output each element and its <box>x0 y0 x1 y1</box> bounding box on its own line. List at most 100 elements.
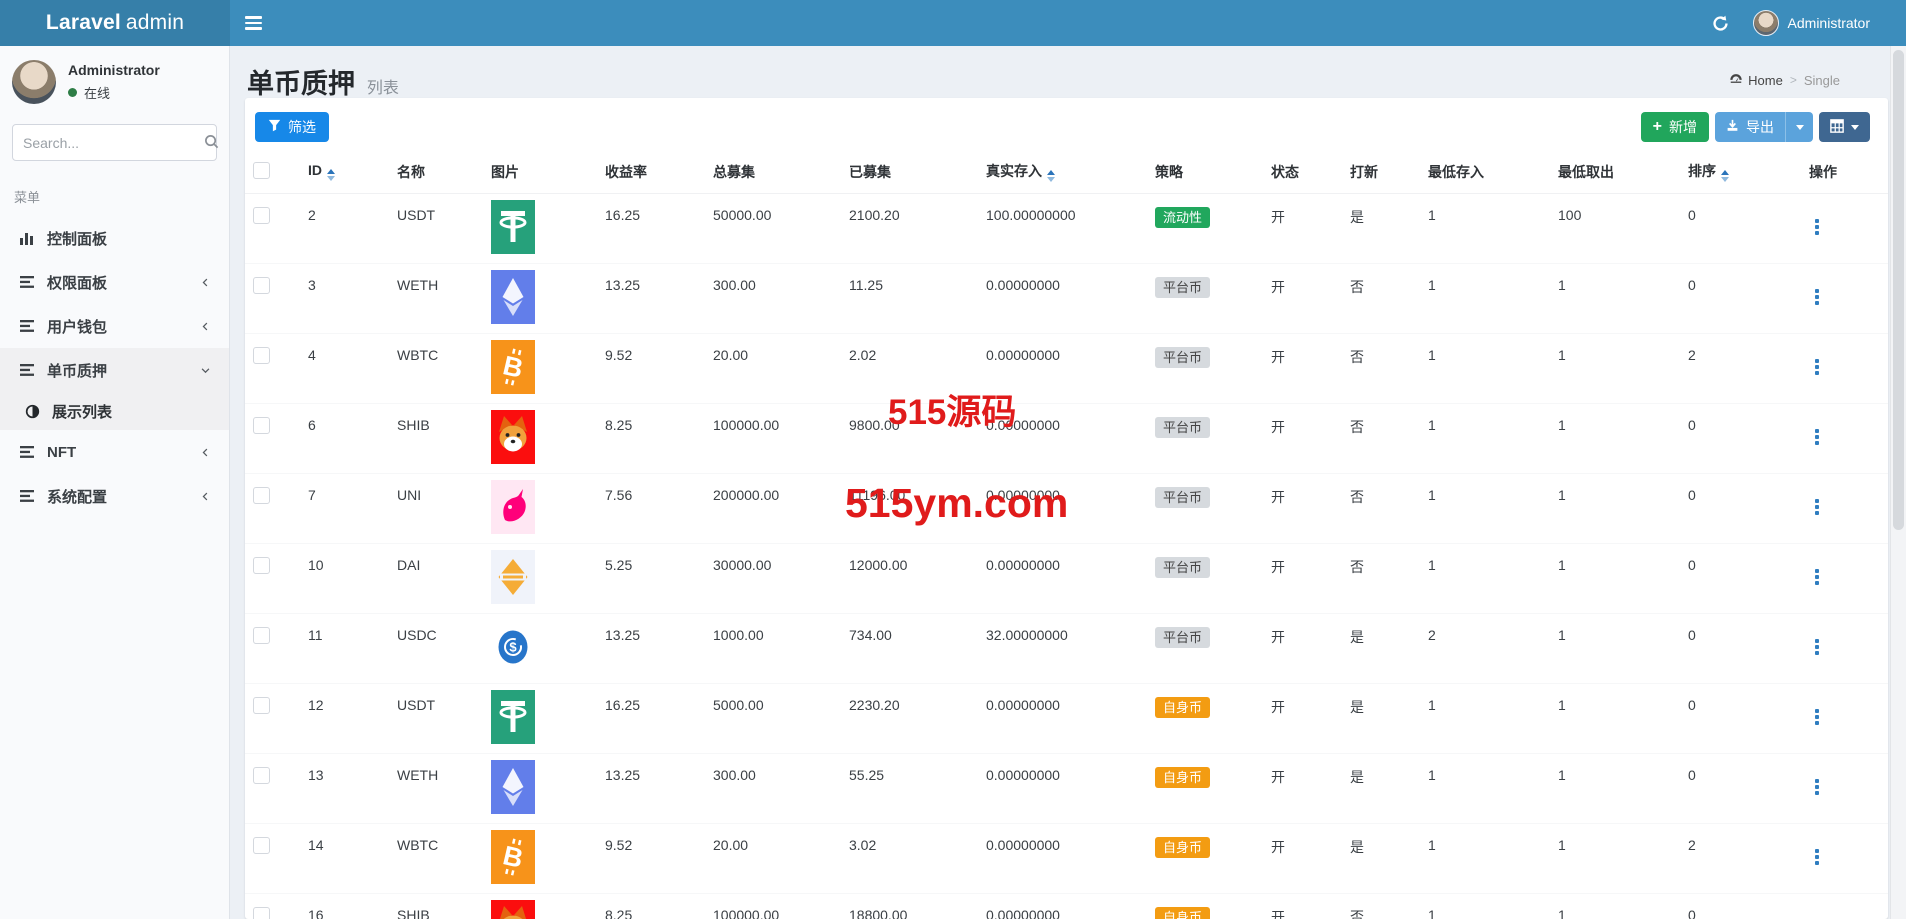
cell-total: 5000.00 <box>705 684 841 754</box>
table-body: 2USDT16.2550000.002100.20100.00000000流动性… <box>245 194 1888 919</box>
row-checkbox[interactable] <box>253 487 270 504</box>
row-actions-menu[interactable] <box>1809 287 1825 307</box>
row-checkbox[interactable] <box>253 557 270 574</box>
sort-arrows-icon[interactable] <box>1047 170 1055 182</box>
cell-value: 0 <box>1688 207 1696 223</box>
columns-grid-button[interactable] <box>1819 112 1870 142</box>
cell-value: 否 <box>1350 559 1364 575</box>
cell-value: USDT <box>397 697 435 713</box>
filter-button[interactable]: 筛选 <box>255 112 329 142</box>
row-checkbox[interactable] <box>253 347 270 364</box>
cell-strategy: 自身币 <box>1147 824 1263 894</box>
row-actions-menu[interactable] <box>1809 357 1825 377</box>
table-row: 10DAI5.2530000.0012000.000.00000000平台币开否… <box>245 544 1888 614</box>
search-icon[interactable] <box>204 134 219 152</box>
table-row: 14WBTCB9.5220.003.020.00000000自身币开是112 <box>245 824 1888 894</box>
sidebar-item-0[interactable]: 控制面板 <box>0 216 229 260</box>
sidebar-item-2[interactable]: 用户钱包 <box>0 304 229 348</box>
row-actions-menu[interactable] <box>1809 567 1825 587</box>
sidebar-item-label: 控制面板 <box>47 228 107 249</box>
select-all-checkbox[interactable] <box>253 162 270 179</box>
cell-raised: 12000.00 <box>841 544 978 614</box>
cell-raised: 11.25 <box>841 264 978 334</box>
row-actions-menu[interactable] <box>1809 217 1825 237</box>
row-checkbox[interactable] <box>253 767 270 784</box>
row-actions-menu[interactable] <box>1809 497 1825 517</box>
sidebar-item-5[interactable]: 系统配置 <box>0 474 229 518</box>
cell-total: 20.00 <box>705 824 841 894</box>
usdc-coin-icon: $ <box>491 661 535 677</box>
cell-rate: 8.25 <box>597 404 705 474</box>
row-checkbox[interactable] <box>253 277 270 294</box>
row-actions-menu[interactable] <box>1809 637 1825 657</box>
column-header-id[interactable]: ID <box>300 152 389 194</box>
row-checkbox[interactable] <box>253 837 270 854</box>
navbar-user-name: Administrator <box>1788 15 1870 31</box>
main-content: 单币质押 列表 Home > Single 筛选 + <box>230 46 1890 919</box>
cell-sort: 0 <box>1680 404 1801 474</box>
cell-value: 10 <box>308 557 324 573</box>
chevron-left-icon <box>200 277 211 288</box>
cell-name: UNI <box>389 474 483 544</box>
cell-value: 12000.00 <box>849 557 907 573</box>
cell-total: 50000.00 <box>705 194 841 264</box>
row-actions-menu[interactable] <box>1809 707 1825 727</box>
navbar-user-menu[interactable]: Administrator <box>1753 10 1870 36</box>
cell-value: 13.25 <box>605 627 640 643</box>
cell-deposit: 100.00000000 <box>978 194 1147 264</box>
cell-raised: 11196.00 <box>841 474 978 544</box>
cell-value: 13.25 <box>605 277 640 293</box>
add-button[interactable]: + 新增 <box>1641 112 1709 142</box>
row-checkbox[interactable] <box>253 207 270 224</box>
scrollbar-thumb[interactable] <box>1893 50 1904 530</box>
sidebar-toggle-button[interactable] <box>230 0 276 46</box>
cell-raised: 9800.00 <box>841 404 978 474</box>
refresh-icon[interactable] <box>1711 13 1731 33</box>
cell-strategy: 平台币 <box>1147 404 1263 474</box>
cell-value: 2230.20 <box>849 697 900 713</box>
cell-deposit: 32.00000000 <box>978 614 1147 684</box>
column-header-checkbox[interactable] <box>245 152 300 194</box>
cell-image: B <box>483 824 597 894</box>
cell-min_withdraw: 1 <box>1550 264 1680 334</box>
sidebar-subitem-3-0[interactable]: 展示列表 <box>0 392 229 430</box>
cell-value: 是 <box>1350 769 1364 785</box>
row-actions-menu[interactable] <box>1809 427 1825 447</box>
sort-arrows-icon[interactable] <box>327 169 335 181</box>
table-row: 4WBTCB9.5220.002.020.00000000平台币开否112 <box>245 334 1888 404</box>
sidebar-item-4[interactable]: NFT <box>0 430 229 474</box>
row-checkbox[interactable] <box>253 697 270 714</box>
cell-value: UNI <box>397 487 421 503</box>
cell-value: 1 <box>1428 207 1436 223</box>
table-row: 3WETH13.25300.0011.250.00000000平台币开否110 <box>245 264 1888 334</box>
breadcrumb-home-link[interactable]: Home <box>1729 72 1783 88</box>
page-subtitle: 列表 <box>367 80 399 97</box>
cell-value: 16.25 <box>605 207 640 223</box>
row-actions-menu[interactable] <box>1809 777 1825 797</box>
column-label: 最低取出 <box>1558 164 1614 180</box>
window-scrollbar <box>1890 46 1906 919</box>
brand-logo[interactable]: Laravel admin <box>0 0 230 46</box>
cell-checkbox <box>245 824 300 894</box>
row-checkbox[interactable] <box>253 627 270 644</box>
filter-funnel-icon <box>268 119 281 135</box>
sidebar-search-input[interactable] <box>23 135 204 151</box>
cell-value: 11.25 <box>849 277 883 293</box>
cell-id: 4 <box>300 334 389 404</box>
sidebar-item-3[interactable]: 单币质押 <box>0 348 229 392</box>
row-actions-menu[interactable] <box>1809 847 1825 867</box>
cell-sort: 0 <box>1680 544 1801 614</box>
column-label: 总募集 <box>713 164 755 180</box>
cell-raised: 2230.20 <box>841 684 978 754</box>
column-header-sort[interactable]: 排序 <box>1680 152 1801 194</box>
cell-id: 10 <box>300 544 389 614</box>
export-button[interactable]: 导出 <box>1715 112 1785 142</box>
cell-subscribe: 是 <box>1342 614 1420 684</box>
sort-arrows-icon[interactable] <box>1721 170 1729 182</box>
export-dropdown-caret[interactable] <box>1785 112 1813 142</box>
row-checkbox[interactable] <box>253 417 270 434</box>
sidebar-item-1[interactable]: 权限面板 <box>0 260 229 304</box>
column-header-deposit[interactable]: 真实存入 <box>978 152 1147 194</box>
row-checkbox[interactable] <box>253 907 270 919</box>
sidebar-subitem-label: 展示列表 <box>52 401 112 422</box>
